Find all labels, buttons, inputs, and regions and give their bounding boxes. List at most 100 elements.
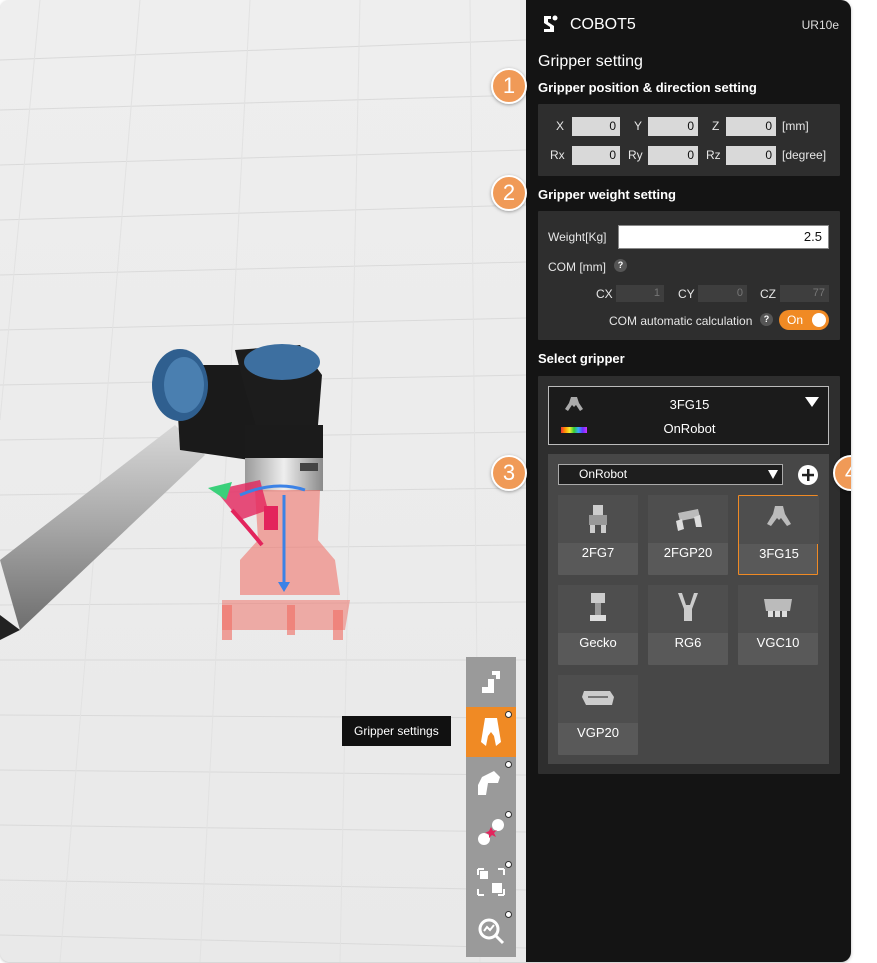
position-title: Gripper position & direction setting	[538, 80, 757, 95]
cz-input: 77	[780, 285, 829, 302]
tile-image	[558, 495, 638, 543]
tool-analysis[interactable]	[466, 907, 516, 957]
rx-input[interactable]: 0	[572, 146, 620, 165]
select-gripper-box: 3FG15 OnRobot OnRobot 2FG7 2FGP20 3FG15 …	[538, 376, 840, 774]
x-input[interactable]: 0	[572, 117, 620, 136]
select-gripper-title: Select gripper	[538, 351, 625, 366]
com-auto-label: COM automatic calculation	[609, 314, 753, 328]
position-box: X 0 Y 0 Z 0 [mm] Rx 0 Ry 0 Rz 0 [degree]	[538, 104, 840, 176]
tool-strip	[466, 657, 516, 957]
x-label: X	[556, 119, 565, 133]
ry-label: Ry	[628, 148, 643, 162]
mm-unit: [mm]	[782, 119, 809, 133]
tile-image	[738, 585, 818, 633]
gripper-tile-2fg7[interactable]: 2FG7	[558, 495, 638, 575]
weight-label: Weight[Kg]	[548, 230, 607, 244]
2fg7-gripper-icon	[589, 505, 607, 533]
robot-model: UR10e	[801, 18, 839, 32]
weight-input[interactable]: 2.5	[618, 225, 829, 249]
tile-label: 2FGP20	[663, 545, 713, 560]
tool-collision[interactable]	[466, 807, 516, 857]
tile-image	[648, 495, 728, 543]
gripper-icon	[481, 718, 501, 746]
gecko-gripper-icon	[590, 593, 606, 621]
rx-label: Rx	[550, 148, 565, 162]
gripper-tile-2fgp20[interactable]: 2FGP20	[648, 495, 728, 575]
analysis-status-dot	[505, 911, 512, 918]
selected-gripper-brand: OnRobot	[663, 421, 716, 436]
app-window: Gripper settings COBOT5 UR10e Gripper se…	[0, 0, 851, 962]
robot-arm-model[interactable]	[0, 330, 360, 660]
callout-badge-2: 2	[491, 175, 527, 211]
gripper-library: OnRobot 2FG7 2FGP20 3FG15 Gecko RG6 VGC1…	[548, 454, 829, 764]
cx-label: CX	[596, 287, 613, 301]
z-label: Z	[712, 119, 720, 133]
com-help-icon[interactable]: ?	[614, 259, 627, 272]
callout-badge-1: 1	[491, 68, 527, 104]
analysis-icon	[478, 918, 505, 945]
arm-joint-icon	[478, 771, 500, 795]
cx-input: 1	[616, 285, 664, 302]
cy-input: 0	[698, 285, 747, 302]
vgp20-gripper-icon	[582, 691, 614, 705]
rz-input[interactable]: 0	[726, 146, 776, 165]
dropdown-arrow-icon	[768, 470, 778, 479]
com-auto-toggle[interactable]: On	[779, 310, 829, 330]
tool-gripper[interactable]	[466, 707, 516, 757]
workspace-status-dot	[505, 861, 512, 868]
cobot-logo-icon	[544, 15, 558, 32]
add-gripper-icon[interactable]	[797, 464, 819, 486]
cy-label: CY	[678, 287, 695, 301]
y-label: Y	[634, 119, 643, 133]
arm-joint-status-dot	[505, 761, 512, 768]
ry-input[interactable]: 0	[648, 146, 698, 165]
toggle-label: On	[787, 313, 804, 327]
expand-triangle-icon	[805, 397, 819, 407]
y-input[interactable]: 0	[648, 117, 698, 136]
gripper-status-dot	[505, 711, 512, 718]
weight-title: Gripper weight setting	[538, 187, 676, 202]
collision-status-dot	[505, 811, 512, 818]
cz-label: CZ	[760, 287, 776, 301]
rz-label: Rz	[706, 148, 721, 162]
weight-box: Weight[Kg] 2.5 COM [mm] ? CX 1 CY 0 CZ 7…	[538, 211, 840, 340]
tile-label: 3FG15	[759, 546, 799, 561]
toggle-knob	[812, 313, 826, 327]
z-input[interactable]: 0	[726, 117, 776, 136]
com-auto-help-icon[interactable]: ?	[760, 313, 773, 326]
callout-badge-3: 3	[491, 455, 527, 491]
vgc10-gripper-icon	[764, 599, 792, 617]
section-title: Gripper setting	[538, 53, 643, 70]
tile-image	[558, 675, 638, 723]
2fgp20-gripper-icon	[676, 509, 702, 531]
degree-unit: [degree]	[782, 148, 827, 162]
gripper-tile-vgc10[interactable]: VGC10	[738, 585, 818, 665]
gripper-tile-rg6[interactable]: RG6	[648, 585, 728, 665]
robot-arm-icon	[482, 671, 500, 693]
tool-robot-arm[interactable]	[466, 657, 516, 707]
workspace-icon	[477, 868, 505, 896]
3d-viewport[interactable]	[0, 0, 526, 962]
tile-label: VGP20	[577, 725, 619, 740]
selected-gripper-name: 3FG15	[669, 397, 710, 412]
tile-image	[558, 585, 638, 633]
collision-icon	[478, 819, 504, 845]
brand-dropdown[interactable]: OnRobot	[558, 464, 783, 485]
gripper-settings-tooltip: Gripper settings	[342, 716, 451, 746]
tool-arm-joint[interactable]	[466, 757, 516, 807]
tile-label: Gecko	[579, 635, 617, 650]
tile-image	[648, 585, 728, 633]
tile-label: 2FG7	[581, 545, 615, 560]
tool-workspace[interactable]	[466, 857, 516, 907]
selected-gripper[interactable]: 3FG15 OnRobot	[548, 386, 829, 445]
gripper-tile-gecko[interactable]: Gecko	[558, 585, 638, 665]
gripper-tile-vgp20[interactable]: VGP20	[558, 675, 638, 755]
tile-image	[739, 496, 819, 544]
com-label: COM [mm]	[548, 260, 606, 274]
tile-label: RG6	[674, 635, 702, 650]
tile-label: VGC10	[756, 635, 800, 650]
app-title: COBOT5	[570, 16, 636, 33]
rg6-gripper-icon	[678, 593, 698, 621]
gripper-tile-3fg15[interactable]: 3FG15	[738, 495, 819, 575]
settings-panel: COBOT5 UR10e Gripper setting Gripper pos…	[526, 0, 851, 962]
